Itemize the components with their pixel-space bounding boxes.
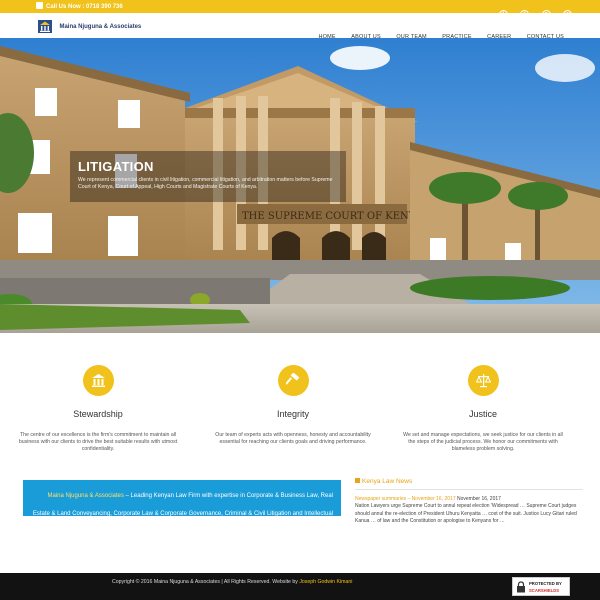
hero-caption: LITIGATION We represent commercial clien… [70,151,346,202]
feature-text: We set and manage expectations, we seek … [403,432,563,452]
feature-integrity: Integrity Our team of experts acts with … [203,365,383,446]
feature-justice: Justice We set and manage expectations, … [393,365,573,453]
bank-icon [91,374,105,387]
site-logo[interactable]: Maina Njuguna & Associates [38,18,141,36]
feature-icon-circle [82,365,114,396]
hero-slider: THE SUPREME COURT OF KENYA LITIGATION We… [0,38,600,333]
copyright: Copyright © 2016 Maina Njuguna & Associa… [112,579,353,585]
news-item: Newspaper summaries – November 16, 2017 … [355,496,583,525]
brand-name: Maina Njuguna & Associates [59,23,142,30]
website-author-link[interactable]: Joseph Godwin Kimani [299,579,352,585]
feature-stewardship: Stewardship The centre of our excellence… [8,365,188,453]
feature-text: Our team of experts acts with openness, … [215,432,371,445]
news-heading: Kenya Law News [355,478,583,490]
kenya-law-news: Kenya Law News Newspaper summaries – Nov… [355,478,583,525]
phone-icon [36,2,43,9]
news-item-text: Nation Lawyers urge Supreme Court to ann… [355,503,577,524]
footer: Copyright © 2016 Maina Njuguna & Associa… [0,573,600,600]
logo-building-icon [38,20,52,34]
feature-text: The centre of our excellence is the firm… [18,432,178,452]
hero-title: LITIGATION [78,159,154,174]
gavel-icon [285,373,299,385]
top-bar: Call Us Now : 0718 390 736 f t g in [0,0,600,19]
intro-text: Maina Njuguna & Associates – Leading Ken… [32,493,333,535]
scales-icon [475,374,491,388]
intro-box: Maina Njuguna & Associates – Leading Ken… [23,480,341,535]
feature-icon-circle [467,365,499,396]
feature-icon-circle [277,365,309,396]
building-sign: THE SUPREME COURT OF KENYA [242,211,423,222]
intro-firm-link[interactable]: Maina Njuguna & Associates [48,493,124,499]
feature-title: Stewardship [73,409,123,419]
feature-title: Integrity [276,409,309,419]
feature-title: Justice [468,409,497,419]
lock-icon [517,581,525,593]
call-us-text[interactable]: Call Us Now : 0718 390 736 [36,2,123,10]
badge-line-2: SCARSHIELDS [529,588,560,593]
news-item-link[interactable]: Newspaper summaries – November 16, 2017 [355,496,456,502]
news-item-date: November 16, 2017 [455,496,501,502]
navbar: Maina Njuguna & Associates HOME ABOUT US… [0,13,600,40]
rss-icon [355,478,360,483]
hero-description: We represent commercial clients in civil… [78,177,333,191]
badge-line-1: PROTECTED BY [529,581,562,586]
security-badge[interactable]: PROTECTED BY SCARSHIELDS [512,577,570,596]
